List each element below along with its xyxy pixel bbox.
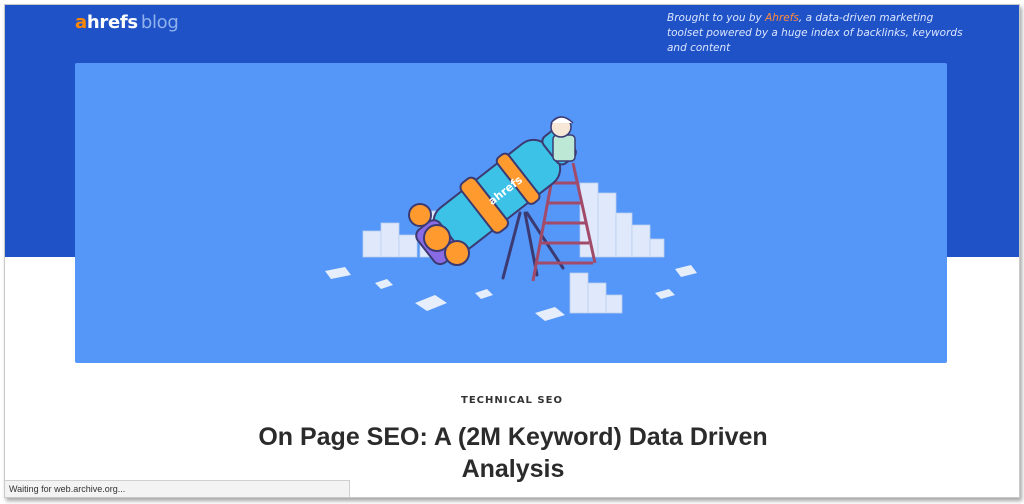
- article-title: On Page SEO: A (2M Keyword) Data Driven …: [258, 423, 768, 483]
- telescope-illustration: ahrefs: [325, 116, 697, 321]
- logo-a: a: [75, 12, 87, 33]
- logo-blog: blog: [140, 12, 179, 33]
- header-tagline: Brought to you by Ahrefs, a data-driven …: [667, 11, 967, 56]
- tagline-prefix: Brought to you by: [667, 12, 766, 24]
- article-category[interactable]: TECHNICAL SEO: [5, 395, 1019, 406]
- browser-status-bar: Waiting for web.archive.org...: [5, 480, 350, 497]
- browser-viewport: ahrefs blog Brought to you by Ahrefs, a d…: [4, 4, 1020, 498]
- ahrefs-blog-logo[interactable]: ahrefs blog: [75, 12, 179, 33]
- logo-hrefs: hrefs: [86, 12, 138, 33]
- tagline-brand-link[interactable]: Ahrefs: [765, 12, 799, 24]
- hero-image[interactable]: ahrefs: [75, 63, 947, 363]
